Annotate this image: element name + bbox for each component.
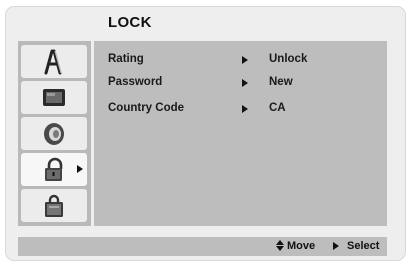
up-down-arrow-icon: [276, 240, 286, 252]
selected-tab-arrow-icon: [77, 165, 83, 173]
menu-title: LOCK: [108, 14, 152, 31]
setting-label: Rating: [108, 53, 144, 65]
tab-display[interactable]: [21, 81, 87, 114]
footer-hint-bar: Move Select: [18, 237, 387, 256]
setting-row-rating[interactable]: Rating Unlock: [94, 53, 387, 71]
sidebar: [18, 41, 91, 226]
general-language-icon: [44, 49, 62, 75]
setting-row-country-code[interactable]: Country Code CA: [94, 102, 387, 120]
tab-others[interactable]: [21, 189, 87, 222]
audio-speaker-icon: [44, 123, 64, 145]
select-hint-label: Select: [347, 240, 380, 252]
lock-icon: [45, 157, 63, 181]
setting-value: Unlock: [269, 53, 308, 65]
setting-row-password[interactable]: Password New: [94, 76, 387, 94]
tab-audio[interactable]: [21, 117, 87, 150]
right-arrow-icon: [242, 105, 248, 113]
setting-label: Password: [108, 76, 163, 88]
display-icon: [43, 89, 65, 106]
setting-value: New: [269, 76, 293, 88]
others-icon: [45, 194, 63, 217]
right-arrow-icon: [242, 56, 248, 64]
setting-value: CA: [269, 102, 286, 114]
select-arrow-icon: [333, 242, 339, 250]
move-hint-label: Move: [287, 240, 316, 252]
setting-label: Country Code: [108, 102, 185, 114]
tab-general[interactable]: [21, 45, 87, 78]
settings-panel: Rating Unlock Password New Country Code …: [94, 41, 387, 226]
tab-lock[interactable]: [21, 153, 87, 186]
right-arrow-icon: [242, 79, 248, 87]
